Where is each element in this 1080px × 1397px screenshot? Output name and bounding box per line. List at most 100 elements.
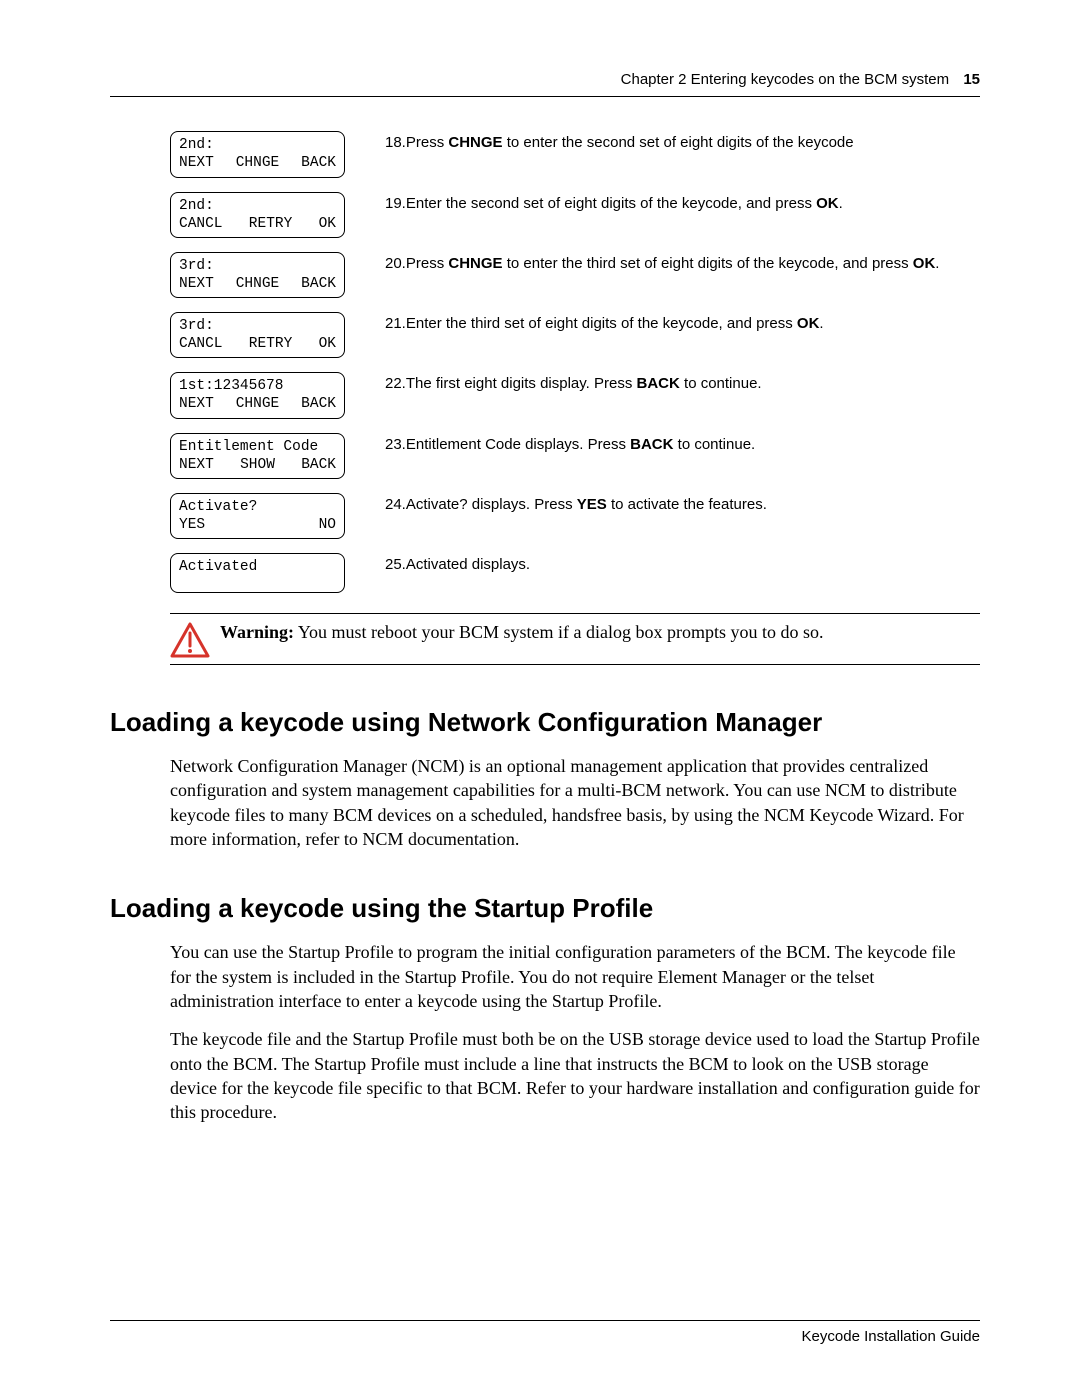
softkey-2: RETRY bbox=[249, 215, 293, 233]
row-indent bbox=[110, 312, 170, 358]
instruction-text: 21.Enter the third set of eight digits o… bbox=[345, 312, 980, 358]
page-footer: Keycode Installation Guide bbox=[110, 1320, 980, 1347]
instruction-body: Press CHNGE to enter the second set of e… bbox=[406, 134, 854, 151]
instruction-body: Entitlement Code displays. Press BACK to… bbox=[406, 436, 755, 453]
telset-display: 1st:12345678NEXT CHNGE BACK bbox=[170, 372, 345, 418]
softkey-2: CHNGE bbox=[236, 154, 280, 172]
softkey-1: NEXT bbox=[179, 275, 214, 293]
instruction-number: 24. bbox=[385, 496, 406, 513]
display-softkeys: YES NO bbox=[179, 516, 336, 534]
instruction-number: 19. bbox=[385, 195, 406, 212]
warning-text: Warning: You must reboot your BCM system… bbox=[220, 620, 980, 644]
display-softkeys: NEXT CHNGE BACK bbox=[179, 154, 336, 172]
instruction-number: 23. bbox=[385, 436, 406, 453]
chapter-title: Chapter 2 Entering keycodes on the BCM s… bbox=[621, 71, 950, 88]
softkey-2: CHNGE bbox=[236, 395, 280, 413]
instruction-body: Activated displays. bbox=[406, 556, 530, 573]
instruction-text: 19.Enter the second set of eight digits … bbox=[345, 192, 980, 238]
softkey-3: BACK bbox=[301, 275, 336, 293]
page-content: 2nd:NEXTCHNGEBACK18.Press CHNGE to enter… bbox=[110, 131, 980, 1320]
warning-body: You must reboot your BCM system if a dia… bbox=[294, 622, 824, 642]
instruction-number: 18. bbox=[385, 134, 406, 151]
instruction-row: 3rd:NEXT CHNGE BACK 20.Press CHNGE to enter… bbox=[110, 252, 980, 298]
instruction-body: Enter the third set of eight digits of t… bbox=[406, 315, 824, 332]
telset-display: 3rd:NEXT CHNGE BACK bbox=[170, 252, 345, 298]
instruction-row: Activated 25.Activated displays. bbox=[110, 553, 980, 593]
telset-display: Activate?YES NO bbox=[170, 493, 345, 539]
instruction-text: 20.Press CHNGE to enter the third set of… bbox=[345, 252, 980, 298]
telset-display: 2nd:CANCL RETRY OK bbox=[170, 192, 345, 238]
softkey-3: OK bbox=[319, 335, 336, 353]
warning-label: Warning: bbox=[220, 622, 294, 642]
section-heading-startup: Loading a keycode using the Startup Prof… bbox=[110, 891, 980, 926]
softkey-1: CANCL bbox=[179, 215, 223, 233]
softkey-1: NEXT bbox=[179, 154, 214, 172]
softkey-3: BACK bbox=[301, 154, 336, 172]
softkey-1: NEXT bbox=[179, 395, 214, 413]
instruction-body: The first eight digits display. Press BA… bbox=[406, 375, 762, 392]
instruction-body: Enter the second set of eight digits of … bbox=[406, 195, 843, 212]
page-header: Chapter 2 Entering keycodes on the BCM s… bbox=[110, 70, 980, 97]
display-softkeys: CANCL RETRY OK bbox=[179, 335, 336, 353]
softkey-2: CHNGE bbox=[236, 275, 280, 293]
instruction-text: 24.Activate? displays. Press YES to acti… bbox=[345, 493, 980, 539]
softkey-1: CANCL bbox=[179, 335, 223, 353]
softkey-3: BACK bbox=[301, 456, 336, 474]
softkey-2: SHOW bbox=[240, 456, 275, 474]
section-para-ncm: Network Configuration Manager (NCM) is a… bbox=[170, 754, 980, 851]
instruction-text: 18.Press CHNGE to enter the second set o… bbox=[345, 131, 980, 177]
warning-icon bbox=[170, 622, 210, 658]
instruction-body: Activate? displays. Press YES to activat… bbox=[406, 496, 767, 513]
softkey-3: NO bbox=[319, 516, 336, 534]
softkey-1: NEXT bbox=[179, 456, 214, 474]
softkey-3: OK bbox=[319, 215, 336, 233]
instruction-row: 2nd:CANCL RETRY OK 19.Enter the second set … bbox=[110, 192, 980, 238]
instruction-number: 25. bbox=[385, 556, 406, 573]
telset-display: Activated bbox=[170, 553, 345, 593]
footer-text: Keycode Installation Guide bbox=[802, 1328, 980, 1345]
section-para-startup-2: The keycode file and the Startup Profile… bbox=[170, 1027, 980, 1124]
display-line-1: 3rd: bbox=[179, 257, 336, 275]
instruction-number: 20. bbox=[385, 255, 406, 272]
section-para-startup-1: You can use the Startup Profile to progr… bbox=[170, 940, 980, 1013]
instruction-body: Press CHNGE to enter the third set of ei… bbox=[406, 255, 940, 272]
display-softkeys: CANCL RETRY OK bbox=[179, 215, 336, 233]
softkey-1: YES bbox=[179, 516, 205, 534]
instruction-row: 3rd:CANCL RETRY OK 21.Enter the third set o… bbox=[110, 312, 980, 358]
softkey-3: BACK bbox=[301, 395, 336, 413]
instruction-rows: 2nd:NEXTCHNGEBACK18.Press CHNGE to enter… bbox=[110, 131, 980, 593]
display-line-1: Activated bbox=[179, 558, 336, 576]
telset-display: 2nd:NEXT CHNGE BACK bbox=[170, 131, 345, 177]
warning-block: Warning: You must reboot your BCM system… bbox=[170, 613, 980, 665]
row-indent bbox=[110, 192, 170, 238]
instruction-row: 2nd:NEXT CHNGE BACK 18.Press CHNGE to enter… bbox=[110, 131, 980, 177]
instruction-text: 23.Entitlement Code displays. Press BACK… bbox=[345, 433, 980, 479]
telset-display: 3rd:CANCL RETRY OK bbox=[170, 312, 345, 358]
instruction-text: 22.The first eight digits display. Press… bbox=[345, 372, 980, 418]
instruction-text: 25.Activated displays. bbox=[345, 553, 980, 593]
instruction-row: 1st:12345678NEXT CHNGE BACK 22.The first ei… bbox=[110, 372, 980, 418]
row-indent bbox=[110, 433, 170, 479]
display-line-1: Entitlement Code bbox=[179, 438, 336, 456]
softkey-2: RETRY bbox=[249, 335, 293, 353]
instruction-row: Entitlement CodeNEXTSHOWBACK23.Entitleme… bbox=[110, 433, 980, 479]
row-indent bbox=[110, 131, 170, 177]
display-line-1: Activate? bbox=[179, 498, 336, 516]
display-line-1: 1st:12345678 bbox=[179, 377, 336, 395]
display-line-1: 2nd: bbox=[179, 197, 336, 215]
display-softkeys: NEXT CHNGE BACK bbox=[179, 275, 336, 293]
row-indent bbox=[110, 493, 170, 539]
display-line-1: 2nd: bbox=[179, 136, 336, 154]
page: Chapter 2 Entering keycodes on the BCM s… bbox=[0, 0, 1080, 1397]
display-line-1: 3rd: bbox=[179, 317, 336, 335]
page-number: 15 bbox=[963, 71, 980, 88]
instruction-number: 22. bbox=[385, 375, 406, 392]
instruction-row: Activate?YES NO 24.Activate? displays. Pre… bbox=[110, 493, 980, 539]
instruction-number: 21. bbox=[385, 315, 406, 332]
telset-display: Entitlement CodeNEXT SHOW BACK bbox=[170, 433, 345, 479]
display-softkeys: NEXT CHNGE BACK bbox=[179, 395, 336, 413]
row-indent bbox=[110, 372, 170, 418]
section-heading-ncm: Loading a keycode using Network Configur… bbox=[110, 705, 980, 740]
row-indent bbox=[110, 252, 170, 298]
row-indent bbox=[110, 553, 170, 593]
